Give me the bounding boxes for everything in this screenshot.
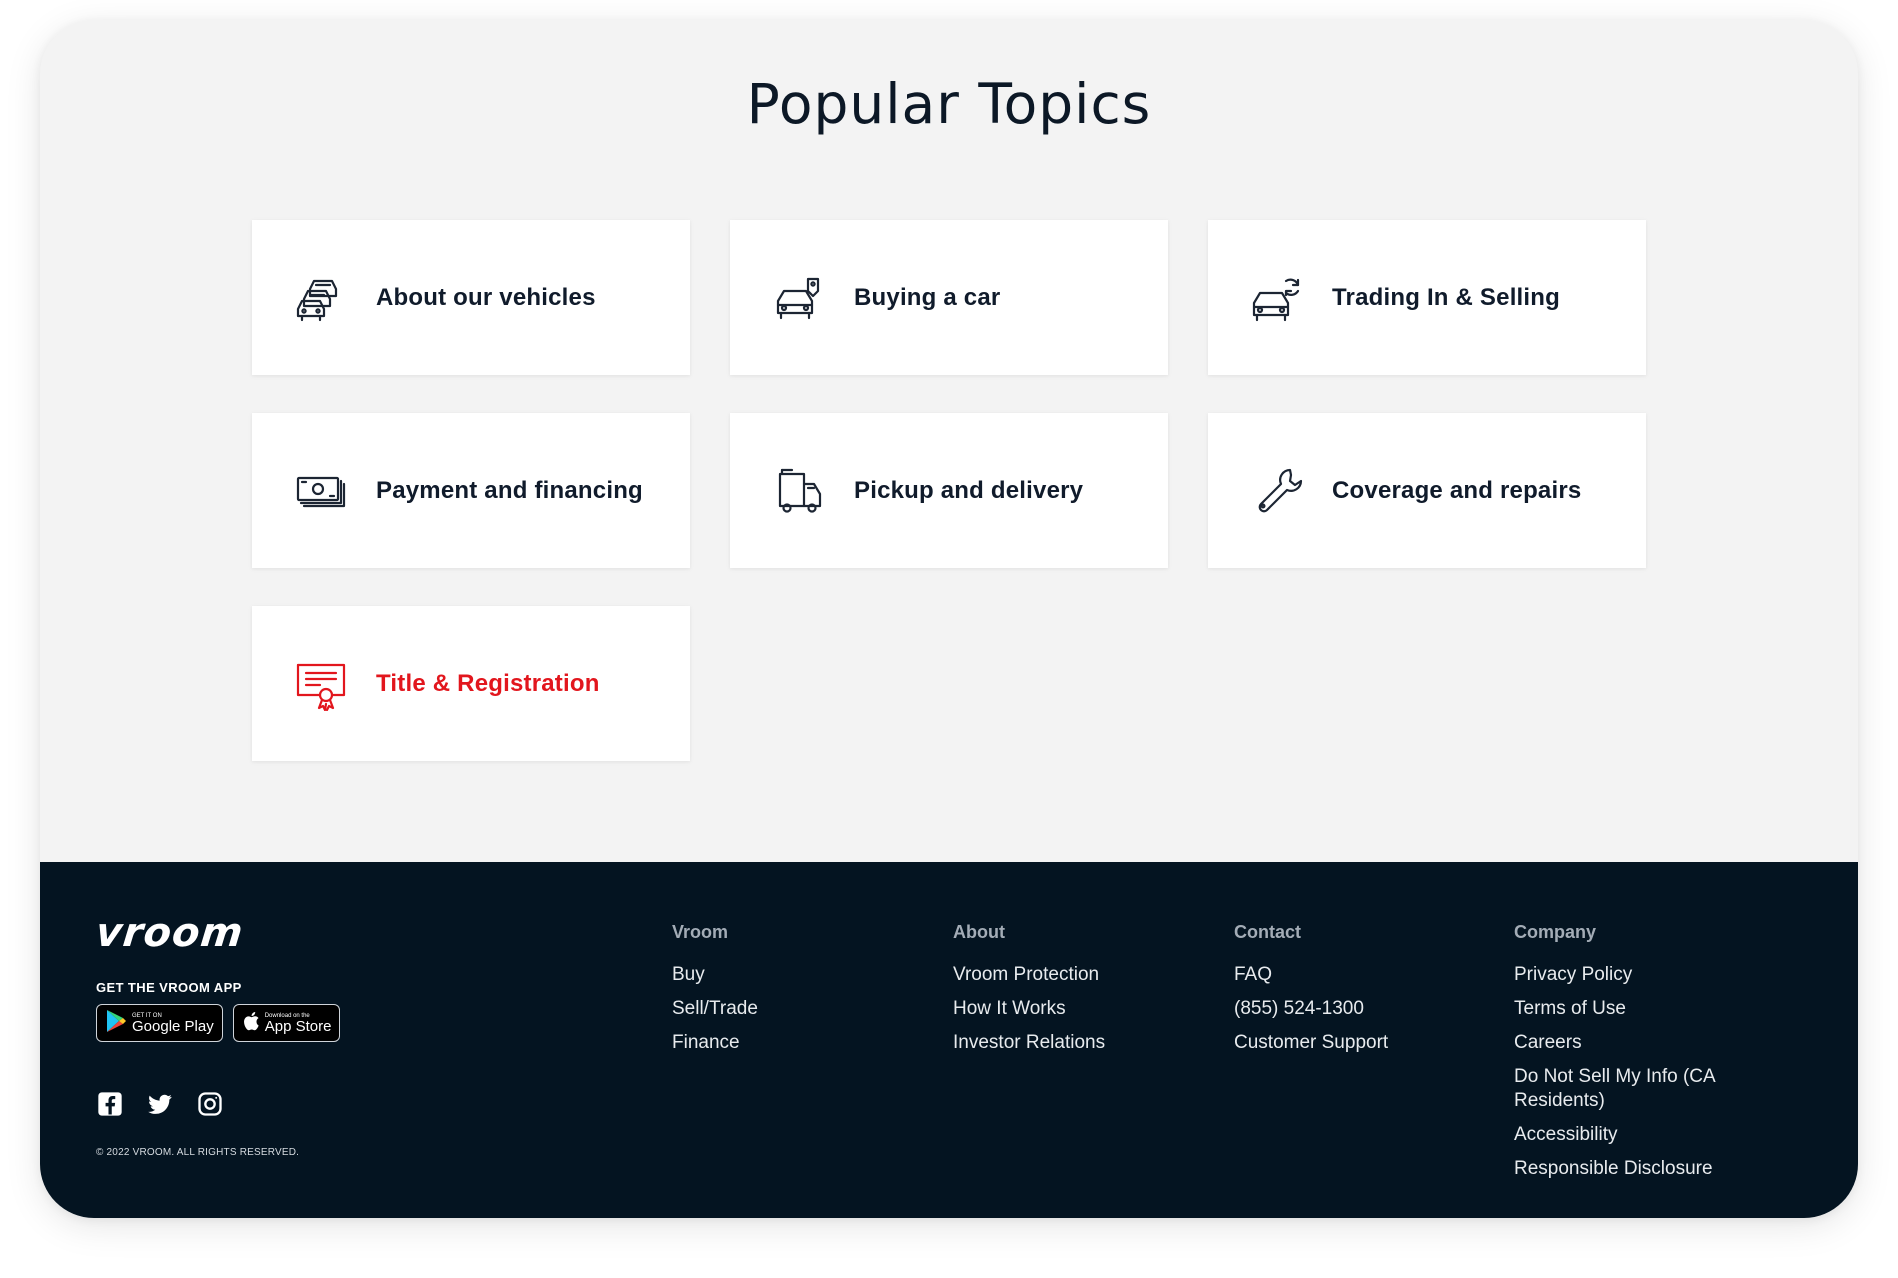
topic-card-buying[interactable]: Buying a car: [730, 220, 1168, 375]
topic-card-about-vehicles[interactable]: About our vehicles: [252, 220, 690, 375]
footer-link-customer-support[interactable]: Customer Support: [1234, 1031, 1474, 1055]
cars-stack-icon: [294, 271, 348, 325]
footer-link-finance[interactable]: Finance: [672, 1031, 912, 1055]
footer-link-faq[interactable]: FAQ: [1234, 963, 1474, 987]
topic-label: Trading In & Selling: [1332, 283, 1561, 311]
footer-column-vroom: Vroom Buy Sell/Trade Finance: [672, 922, 912, 1065]
google-play-icon: [105, 1009, 127, 1038]
wrench-icon: [1250, 464, 1304, 518]
certificate-icon: [294, 657, 348, 711]
footer-link-accessibility[interactable]: Accessibility: [1514, 1123, 1764, 1147]
app-label: GET THE VROOM APP: [96, 980, 242, 995]
topic-label: Pickup and delivery: [854, 476, 1084, 504]
footer-link-vroom-protection[interactable]: Vroom Protection: [953, 963, 1193, 987]
footer-link-sell-trade[interactable]: Sell/Trade: [672, 997, 912, 1021]
google-big-text: Google Play: [132, 1017, 214, 1035]
app-store-badge[interactable]: Download on the App Store: [232, 1004, 341, 1042]
cash-icon: [294, 464, 348, 518]
vroom-logo[interactable]: vroom: [93, 910, 246, 956]
copyright-text: © 2022 VROOM. ALL RIGHTS RESERVED.: [96, 1147, 300, 1158]
topic-label: Buying a car: [854, 283, 1001, 311]
footer-column-heading: Vroom: [672, 922, 729, 942]
footer-column-contact: Contact FAQ (855) 524-1300 Customer Supp…: [1234, 922, 1474, 1065]
apple-icon: [242, 1010, 260, 1037]
footer-link-careers[interactable]: Careers: [1514, 1031, 1764, 1055]
car-tag-icon: [772, 271, 826, 325]
footer-column-heading: Contact: [1234, 922, 1301, 942]
footer-link-terms-of-use[interactable]: Terms of Use: [1514, 997, 1764, 1021]
topic-card-payment[interactable]: Payment and financing: [252, 413, 690, 568]
instagram-icon[interactable]: [196, 1090, 224, 1118]
footer-link-do-not-sell[interactable]: Do Not Sell My Info (CA Residents): [1514, 1065, 1764, 1113]
topic-card-trading-selling[interactable]: Trading In & Selling: [1208, 220, 1646, 375]
twitter-icon[interactable]: [146, 1090, 174, 1118]
footer-column-about: About Vroom Protection How It Works Inve…: [953, 922, 1193, 1065]
footer-link-phone[interactable]: (855) 524-1300: [1234, 997, 1474, 1021]
site-footer: vroom GET THE VROOM APP GET IT ON Google…: [40, 862, 1858, 1218]
topic-label: Title & Registration: [376, 669, 600, 697]
footer-column-heading: Company: [1514, 922, 1597, 942]
topic-label: About our vehicles: [376, 283, 596, 311]
page-title: Popular Topics: [746, 72, 1152, 136]
google-play-badge[interactable]: GET IT ON Google Play: [96, 1004, 223, 1042]
page-frame: Popular Topics About our vehicles Buying…: [40, 20, 1858, 1218]
logo-text: vroom: [93, 910, 246, 956]
footer-link-how-it-works[interactable]: How It Works: [953, 997, 1193, 1021]
facebook-icon[interactable]: [96, 1090, 124, 1118]
footer-link-privacy-policy[interactable]: Privacy Policy: [1514, 963, 1764, 987]
footer-link-investor-relations[interactable]: Investor Relations: [953, 1031, 1193, 1055]
topic-label: Coverage and repairs: [1332, 476, 1582, 504]
car-exchange-icon: [1250, 271, 1304, 325]
truck-icon: [772, 464, 826, 518]
footer-column-heading: About: [953, 922, 1005, 942]
topic-card-title-registration[interactable]: Title & Registration: [252, 606, 690, 761]
store-badges: GET IT ON Google Play Download on the Ap…: [96, 1004, 341, 1042]
topic-card-pickup-delivery[interactable]: Pickup and delivery: [730, 413, 1168, 568]
topic-label: Payment and financing: [376, 476, 643, 504]
footer-link-responsible-disclosure[interactable]: Responsible Disclosure: [1514, 1157, 1764, 1181]
footer-link-buy[interactable]: Buy: [672, 963, 912, 987]
social-links: [96, 1090, 224, 1118]
footer-column-company: Company Privacy Policy Terms of Use Care…: [1514, 922, 1764, 1191]
apple-big-text: App Store: [264, 1017, 332, 1035]
topic-card-coverage-repairs[interactable]: Coverage and repairs: [1208, 413, 1646, 568]
